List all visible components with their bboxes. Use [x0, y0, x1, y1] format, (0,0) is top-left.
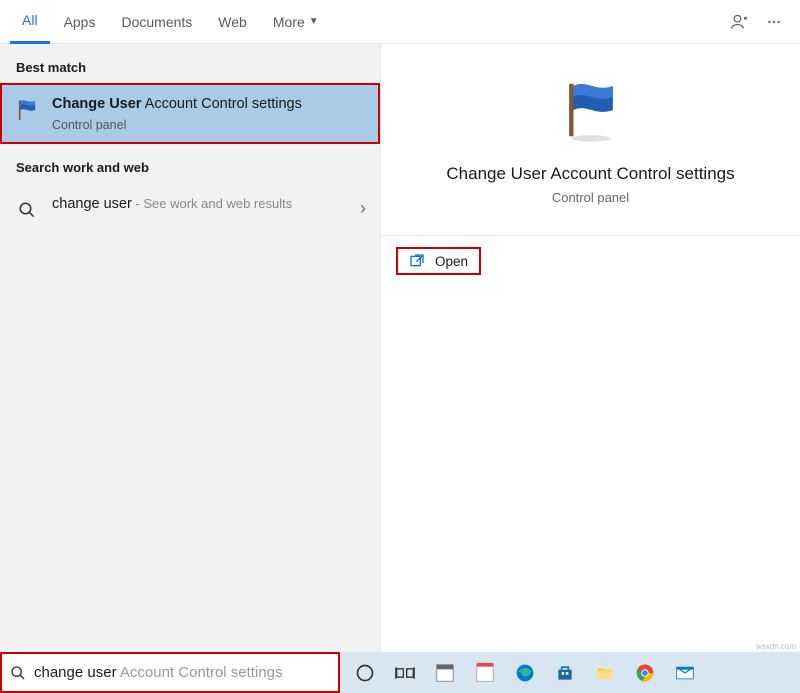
tab-apps[interactable]: Apps: [52, 0, 108, 44]
tab-more-label: More: [273, 14, 305, 30]
web-result-query: change user: [52, 196, 132, 212]
tab-more[interactable]: More ▼: [261, 0, 331, 44]
taskbar: change user Account Control settings: [0, 652, 800, 693]
preview-actions: Open: [381, 236, 800, 286]
best-match-title-rest: Account Control settings: [141, 96, 301, 112]
best-match-subtitle: Control panel: [52, 118, 366, 132]
search-filter-tabs: All Apps Documents Web More ▼: [0, 0, 800, 44]
cortana-icon[interactable]: [346, 652, 384, 693]
app-icon-2[interactable]: [466, 652, 504, 693]
web-search-result[interactable]: change user - See work and web results ›: [0, 183, 380, 235]
search-typed-text: change user: [34, 664, 117, 681]
tab-all[interactable]: All: [10, 0, 50, 44]
watermark: wsxdn.com: [756, 642, 796, 651]
web-result-text: change user - See work and web results: [52, 195, 342, 214]
mail-icon[interactable]: [666, 652, 704, 693]
search-ghost-text: Account Control settings: [117, 664, 283, 681]
preview-title: Change User Account Control settings: [446, 164, 734, 184]
edge-icon[interactable]: [506, 652, 544, 693]
chrome-icon[interactable]: [626, 652, 664, 693]
tab-web[interactable]: Web: [206, 0, 259, 44]
chevron-down-icon: ▼: [309, 16, 319, 27]
search-icon: [14, 197, 40, 223]
store-icon[interactable]: [546, 652, 584, 693]
taskbar-icons: [340, 652, 800, 693]
best-match-title-bold: Change User: [52, 96, 141, 112]
task-view-icon[interactable]: [386, 652, 424, 693]
web-result-suffix: - See work and web results: [132, 196, 292, 211]
search-input[interactable]: change user Account Control settings: [34, 664, 330, 681]
uac-flag-icon-large: [551, 70, 631, 150]
search-icon: [10, 665, 26, 681]
search-box[interactable]: change user Account Control settings: [0, 652, 340, 693]
open-label: Open: [435, 254, 468, 269]
best-match-text: Change User Account Control settings Con…: [52, 95, 366, 132]
preview-pane: Change User Account Control settings Con…: [380, 44, 800, 652]
results-list: Best match Change User Account Control s…: [0, 44, 380, 652]
preview-subtitle: Control panel: [552, 190, 629, 205]
open-icon: [409, 253, 425, 269]
preview-header: Change User Account Control settings Con…: [381, 44, 800, 236]
file-explorer-icon[interactable]: [586, 652, 624, 693]
chevron-right-icon: ›: [360, 198, 366, 219]
more-options-icon[interactable]: [758, 6, 790, 38]
app-icon-1[interactable]: [426, 652, 464, 693]
tab-documents[interactable]: Documents: [109, 0, 204, 44]
section-best-match: Best match: [0, 44, 380, 83]
search-results-body: Best match Change User Account Control s…: [0, 44, 800, 652]
best-match-result[interactable]: Change User Account Control settings Con…: [0, 83, 380, 144]
section-search-web: Search work and web: [0, 144, 380, 183]
open-button[interactable]: Open: [397, 248, 480, 274]
uac-flag-icon: [14, 97, 40, 123]
feedback-icon[interactable]: [724, 6, 756, 38]
